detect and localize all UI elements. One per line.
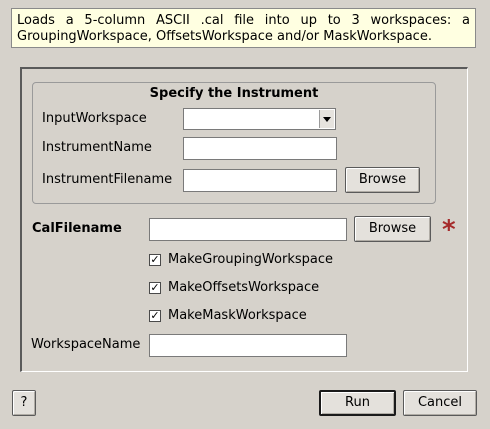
option-label-make-grouping: MakeGroupingWorkspace	[168, 252, 333, 267]
workspace-name-input[interactable]	[149, 334, 347, 357]
chevron-down-icon[interactable]	[319, 110, 334, 128]
cal-filename-label: CalFilename	[32, 221, 122, 236]
option-label-make-mask: MakeMaskWorkspace	[168, 308, 307, 323]
checkbox-make-mask[interactable]: ✓	[149, 310, 161, 322]
cal-browse-button[interactable]: Browse	[354, 216, 431, 242]
input-workspace-combo[interactable]	[183, 108, 336, 130]
instrument-filename-label: InstrumentFilename	[42, 172, 173, 187]
required-marker-icon: *	[442, 215, 456, 245]
instrument-group-title: Specify the Instrument	[149, 86, 319, 101]
instrument-name-input[interactable]	[183, 137, 337, 160]
option-label-make-offsets: MakeOffsetsWorkspace	[168, 280, 320, 295]
instrument-browse-button[interactable]: Browse	[345, 167, 420, 193]
workspace-name-label: WorkspaceName	[31, 337, 141, 352]
cancel-button[interactable]: Cancel	[403, 390, 477, 416]
input-workspace-label: InputWorkspace	[42, 111, 147, 126]
run-button[interactable]: Run	[319, 390, 396, 416]
help-button[interactable]: ?	[12, 390, 36, 416]
algorithm-description: Loads a 5-column ASCII .cal file into up…	[11, 8, 476, 48]
instrument-name-label: InstrumentName	[42, 140, 152, 155]
checkbox-make-offsets[interactable]: ✓	[149, 282, 161, 294]
instrument-filename-input[interactable]	[183, 169, 337, 192]
checkbox-make-grouping[interactable]: ✓	[149, 254, 161, 266]
cal-filename-input[interactable]	[149, 218, 347, 241]
